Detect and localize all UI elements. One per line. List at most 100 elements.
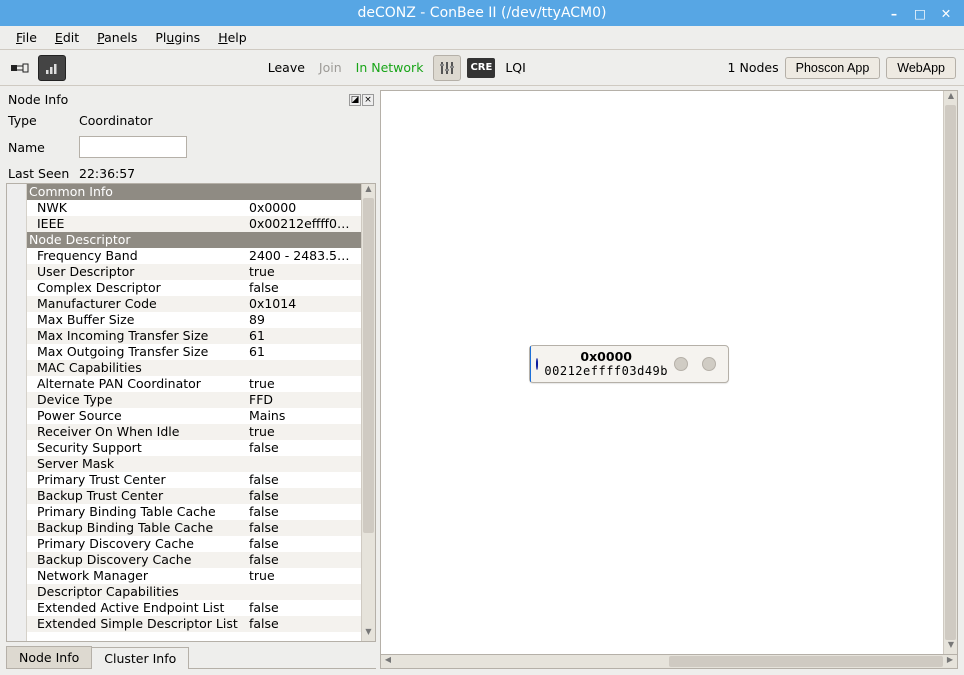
lastseen-value: 22:36:57 (79, 166, 135, 181)
tree-value: true (249, 376, 361, 392)
close-icon[interactable]: ✕ (938, 6, 954, 21)
maximize-icon[interactable]: □ (912, 6, 928, 21)
tree-row[interactable]: Primary Trust Centerfalse (27, 472, 361, 488)
tree-row[interactable]: MAC Capabilities (27, 360, 361, 376)
tree-row[interactable]: Max Outgoing Transfer Size61 (27, 344, 361, 360)
tree-row[interactable]: Power SourceMains (27, 408, 361, 424)
phoscon-app-button[interactable]: Phoscon App (785, 57, 881, 79)
tree-key: Network Manager (37, 568, 249, 584)
tree-key: Primary Discovery Cache (37, 536, 249, 552)
tree-row[interactable]: Device TypeFFD (27, 392, 361, 408)
lqi-button[interactable]: LQI (501, 60, 530, 75)
tree-row[interactable]: Extended Active Endpoint Listfalse (27, 600, 361, 616)
menu-edit[interactable]: Edit (47, 28, 87, 47)
tree-key: Max Outgoing Transfer Size (37, 344, 249, 360)
signal-bars-icon[interactable] (38, 55, 66, 81)
panel-undock-icon[interactable]: ◪ (349, 94, 361, 106)
tree-row[interactable]: Primary Binding Table Cachefalse (27, 504, 361, 520)
node-status-icon (536, 358, 538, 370)
tree-key: Power Source (37, 408, 249, 424)
tree-row[interactable]: User Descriptortrue (27, 264, 361, 280)
menu-panels[interactable]: Panels (89, 28, 145, 47)
sliders-icon[interactable] (433, 55, 461, 81)
tree-row[interactable]: Max Buffer Size89 (27, 312, 361, 328)
plug-icon[interactable] (8, 55, 32, 81)
join-button[interactable]: Join (315, 60, 346, 75)
tree-value: false (249, 504, 361, 520)
tree-value: false (249, 520, 361, 536)
menu-file[interactable]: File (8, 28, 45, 47)
tree-row[interactable]: Manufacturer Code0x1014 (27, 296, 361, 312)
tree-row[interactable]: Backup Discovery Cachefalse (27, 552, 361, 568)
node-widget[interactable]: 0x0000 00212effff03d49b (529, 345, 729, 383)
tree-value: 61 (249, 344, 361, 360)
canvas-hscrollbar[interactable]: ◀▶ (380, 655, 958, 669)
tree-section[interactable]: Common Info (27, 184, 361, 200)
info-tree: Common InfoNWK0x0000IEEE0x00212effff0…No… (6, 183, 376, 642)
tree-value: false (249, 616, 361, 632)
tree-row[interactable]: IEEE0x00212effff0… (27, 216, 361, 232)
node-address: 0x0000 (544, 349, 668, 364)
node-endpoint-icon[interactable] (674, 357, 688, 371)
tree-row[interactable]: Backup Trust Centerfalse (27, 488, 361, 504)
type-value: Coordinator (79, 113, 153, 128)
tree-key: Server Mask (37, 456, 249, 472)
tree-row[interactable]: Alternate PAN Coordinatortrue (27, 376, 361, 392)
tree-key: MAC Capabilities (37, 360, 249, 376)
tree-value: 0x1014 (249, 296, 361, 312)
tree-key: Device Type (37, 392, 249, 408)
toolbar: Leave Join In Network CRE LQI 1 Nodes Ph… (0, 50, 964, 86)
tree-value: false (249, 280, 361, 296)
tree-row[interactable]: Primary Discovery Cachefalse (27, 536, 361, 552)
tree-row[interactable]: Descriptor Capabilities (27, 584, 361, 600)
tree-row[interactable]: Server Mask (27, 456, 361, 472)
tree-value: 61 (249, 328, 361, 344)
tab-cluster-info[interactable]: Cluster Info (91, 647, 189, 669)
tree-key: Backup Discovery Cache (37, 552, 249, 568)
tree-value (249, 360, 361, 376)
panel-close-icon[interactable]: × (362, 94, 374, 106)
tree-row[interactable]: Network Managertrue (27, 568, 361, 584)
name-input[interactable] (79, 136, 187, 158)
tree-row[interactable]: Backup Binding Table Cachefalse (27, 520, 361, 536)
cre-badge[interactable]: CRE (467, 58, 495, 78)
menu-help[interactable]: Help (210, 28, 255, 47)
tree-key: Alternate PAN Coordinator (37, 376, 249, 392)
node-mac: 00212effff03d49b (544, 364, 668, 378)
network-canvas[interactable]: 0x0000 00212effff03d49b (381, 91, 943, 654)
tree-section[interactable]: Node Descriptor (27, 232, 361, 248)
tree-value: true (249, 264, 361, 280)
tree-row[interactable]: Security Supportfalse (27, 440, 361, 456)
lastseen-label: Last Seen (8, 166, 73, 181)
tree-value: false (249, 488, 361, 504)
tree-row[interactable]: Complex Descriptorfalse (27, 280, 361, 296)
tree-value: 0x00212effff0… (249, 216, 361, 232)
tree-value: 0x0000 (249, 200, 361, 216)
tree-row[interactable]: Max Incoming Transfer Size61 (27, 328, 361, 344)
tree-scrollbar[interactable]: ▲ ▼ (361, 184, 375, 641)
tree-row[interactable]: Extended Simple Descriptor Listfalse (27, 616, 361, 632)
tree-row[interactable]: Frequency Band2400 - 2483.5… (27, 248, 361, 264)
tree-value (249, 456, 361, 472)
type-label: Type (8, 113, 73, 128)
canvas-vscrollbar[interactable]: ▲▼ (943, 91, 957, 654)
webapp-button[interactable]: WebApp (886, 57, 956, 79)
tree-value: false (249, 536, 361, 552)
tree-key: Manufacturer Code (37, 296, 249, 312)
menubar: File Edit Panels Plugins Help (0, 26, 964, 50)
menu-plugins[interactable]: Plugins (147, 28, 208, 47)
tree-row[interactable]: Receiver On When Idletrue (27, 424, 361, 440)
tree-value: false (249, 600, 361, 616)
tree-key: Security Support (37, 440, 249, 456)
window-title: deCONZ - ConBee II (/dev/ttyACM0) (0, 5, 964, 21)
minimize-icon[interactable]: – (886, 6, 902, 21)
leave-button[interactable]: Leave (264, 60, 309, 75)
tree-value: 89 (249, 312, 361, 328)
tree-key: Extended Simple Descriptor List (37, 616, 249, 632)
tree-key: Receiver On When Idle (37, 424, 249, 440)
tree-row[interactable]: NWK0x0000 (27, 200, 361, 216)
tab-node-info[interactable]: Node Info (6, 646, 92, 668)
node-info-panel: Node Info ◪ × Type Coordinator Name Last… (6, 90, 376, 669)
node-endpoint-icon[interactable] (702, 357, 716, 371)
tree-key: Complex Descriptor (37, 280, 249, 296)
